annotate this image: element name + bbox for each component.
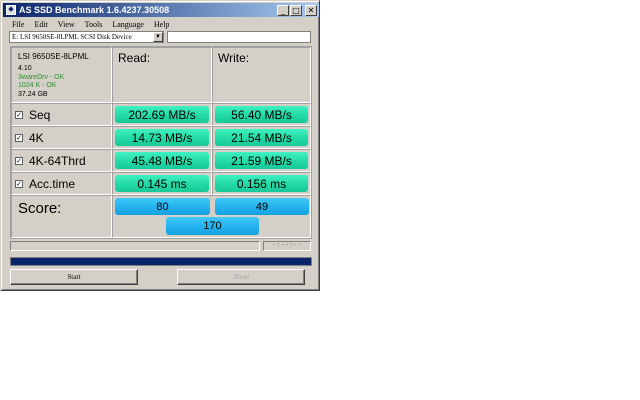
write-header: Write: — [212, 47, 311, 103]
score-label: Score: — [18, 200, 62, 217]
4k64-read-cell: 45.48 MB/s — [112, 149, 212, 172]
4k-label: 4K — [29, 130, 44, 145]
chevron-down-icon[interactable]: ▼ — [153, 32, 163, 42]
acctime-write-cell: 0.156 ms — [212, 172, 311, 195]
score-cell: 80 49 170 — [112, 195, 311, 238]
score-label-cell: Score: — [11, 195, 112, 238]
seq-read-cell: 202.69 MB/s — [112, 103, 212, 126]
menu-file[interactable]: File — [3, 20, 29, 29]
window-title: AS SSD Benchmark 1.6.4237.30508 — [19, 5, 170, 15]
menu-language[interactable]: Language — [107, 20, 149, 29]
menu-view[interactable]: View — [53, 20, 80, 29]
acctime-read-cell: 0.145 ms — [112, 172, 212, 195]
device-name: LSI 9650SE-8LPML — [18, 52, 89, 61]
read-header: Read: — [112, 47, 212, 103]
4k-read-cell: 14.73 MB/s — [112, 126, 212, 149]
4k-write-cell: 21.54 MB/s — [212, 126, 311, 149]
acctime-write-value: 0.156 ms — [215, 175, 308, 192]
maximize-button[interactable]: □ — [290, 4, 302, 16]
read-header-label: Read: — [118, 51, 151, 65]
menu-tools[interactable]: Tools — [80, 20, 108, 29]
test-row-4k: ✓ 4K — [11, 126, 112, 149]
minimize-button[interactable]: _ — [277, 4, 289, 16]
acctime-checkbox[interactable]: ✓ — [15, 179, 23, 188]
progress-fill — [11, 258, 311, 265]
device-capacity: 37.24 GB — [18, 91, 48, 98]
4k64-read-value: 45.48 MB/s — [115, 152, 209, 169]
4k64-checkbox[interactable]: ✓ — [15, 156, 23, 165]
app-window: ◆ AS SSD Benchmark 1.6.4237.30508 _ □ ✕ … — [0, 0, 320, 291]
seq-write-value: 56.40 MB/s — [215, 106, 308, 123]
elapsed-time: -:--:-- — [263, 241, 311, 251]
score-write: 49 — [215, 198, 309, 215]
menu-help[interactable]: Help — [149, 20, 175, 29]
device-firmware: 4.10 — [18, 65, 32, 72]
write-header-label: Write: — [218, 51, 250, 65]
drive-select-value: E: LSI 9650SE-8LPML SCSI Disk Device — [12, 33, 132, 41]
device-info: LSI 9650SE-8LPML 4.10 3wareDrv - OK 1024… — [11, 47, 112, 103]
seq-write-cell: 56.40 MB/s — [212, 103, 311, 126]
status-bar — [10, 241, 260, 251]
menu-bar: File Edit View Tools Language Help — [3, 18, 319, 30]
score-total: 170 — [166, 217, 259, 235]
seq-read-value: 202.69 MB/s — [115, 106, 209, 123]
4k-write-value: 21.54 MB/s — [215, 129, 308, 146]
close-button[interactable]: ✕ — [305, 4, 317, 16]
4k64-label: 4K-64Thrd — [29, 153, 86, 168]
acctime-label: Acc.time — [29, 176, 76, 191]
abort-button[interactable]: Abort — [177, 269, 305, 285]
alignment-status: 1024 K - OK — [18, 82, 57, 89]
4k-checkbox[interactable]: ✓ — [15, 133, 23, 142]
app-icon: ◆ — [6, 5, 16, 15]
4k-read-value: 14.73 MB/s — [115, 129, 209, 146]
test-row-4k64: ✓ 4K-64Thrd — [11, 149, 112, 172]
progress-bar — [10, 257, 312, 266]
test-row-seq: ✓ Seq — [11, 103, 112, 126]
aux-input[interactable] — [167, 31, 311, 43]
menu-edit[interactable]: Edit — [29, 20, 52, 29]
4k64-write-value: 21.59 MB/s — [215, 152, 308, 169]
start-button[interactable]: Start — [10, 269, 138, 285]
test-row-acctime: ✓ Acc.time — [11, 172, 112, 195]
results-grid: LSI 9650SE-8LPML 4.10 3wareDrv - OK 1024… — [10, 46, 312, 239]
score-read: 80 — [115, 198, 210, 215]
seq-label: Seq — [29, 107, 51, 122]
seq-checkbox[interactable]: ✓ — [15, 110, 23, 119]
title-bar[interactable]: ◆ AS SSD Benchmark 1.6.4237.30508 _ □ ✕ — [3, 3, 319, 17]
4k64-write-cell: 21.59 MB/s — [212, 149, 311, 172]
acctime-read-value: 0.145 ms — [115, 175, 209, 192]
drive-select[interactable]: E: LSI 9650SE-8LPML SCSI Disk Device ▼ — [9, 31, 164, 43]
